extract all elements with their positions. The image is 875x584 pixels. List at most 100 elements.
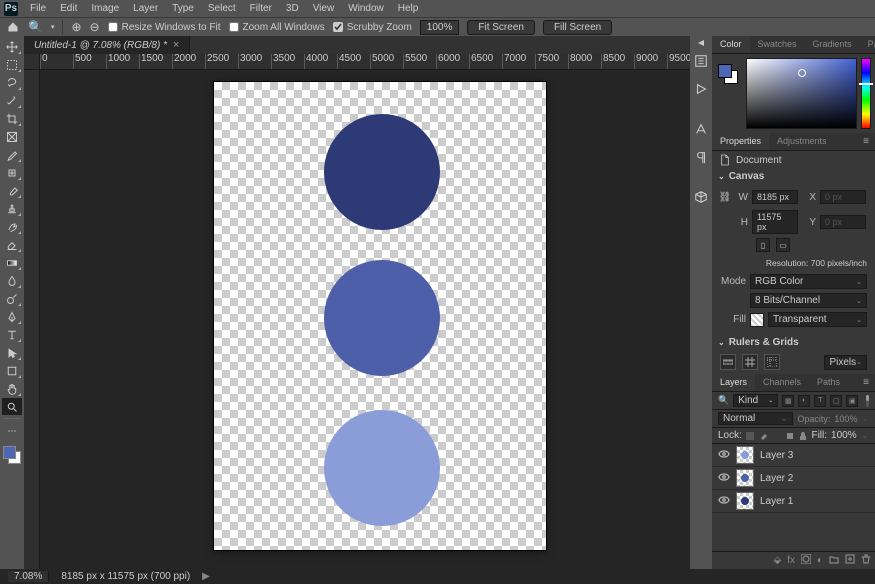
filter-pixel-icon[interactable]: ▦	[782, 395, 794, 407]
layer-filter-type[interactable]: Kind⌄	[733, 394, 778, 407]
pen-tool[interactable]	[2, 308, 22, 325]
blend-mode-select[interactable]: Normal⌄	[718, 412, 793, 425]
layer-row[interactable]: Layer 3	[712, 444, 875, 467]
layer-mask-icon[interactable]	[801, 554, 811, 567]
panel-menu-icon[interactable]: ≡	[857, 374, 875, 391]
foreground-color[interactable]	[3, 446, 16, 459]
hue-slider[interactable]	[861, 58, 871, 129]
filter-text-icon[interactable]: T	[814, 395, 826, 407]
visibility-icon[interactable]	[718, 450, 730, 461]
color-swatch[interactable]	[3, 446, 21, 464]
new-layer-icon[interactable]	[845, 554, 855, 567]
lock-transparency-icon[interactable]	[746, 431, 755, 441]
fill-swatch[interactable]	[750, 313, 764, 327]
link-layers-icon[interactable]: ⬙	[773, 555, 781, 566]
frame-tool[interactable]	[2, 128, 22, 145]
brush-tool[interactable]	[2, 182, 22, 199]
stamp-tool[interactable]	[2, 200, 22, 217]
zoom-all-checkbox[interactable]: Zoom All Windows	[229, 22, 325, 33]
filter-adjustment-icon[interactable]: ◐	[798, 395, 810, 407]
actions-panel-icon[interactable]	[692, 80, 710, 98]
tab-paths[interactable]: Paths	[809, 374, 848, 391]
fit-screen-button[interactable]: Fit Screen	[467, 20, 535, 35]
expand-handle-icon[interactable]	[693, 40, 709, 46]
blur-tool[interactable]	[2, 272, 22, 289]
shape-tool[interactable]	[2, 362, 22, 379]
zoom-out-icon[interactable]: ⊖	[90, 20, 100, 34]
layer-row[interactable]: Layer 1	[712, 490, 875, 513]
menu-edit[interactable]: Edit	[54, 1, 83, 16]
layer-name[interactable]: Layer 1	[760, 496, 793, 507]
layer-thumbnail[interactable]	[736, 469, 754, 487]
fill-screen-button[interactable]: Fill Screen	[543, 20, 612, 35]
lock-nested-icon[interactable]	[785, 431, 794, 441]
filter-smart-icon[interactable]: ▣	[846, 395, 858, 407]
menu-help[interactable]: Help	[392, 1, 425, 16]
eyedropper-tool[interactable]	[2, 146, 22, 163]
canvas-section[interactable]: ⌄Canvas	[712, 169, 875, 184]
height-field[interactable]: 11575 px	[752, 210, 798, 234]
visibility-icon[interactable]	[718, 496, 730, 507]
type-tool[interactable]	[2, 326, 22, 343]
ruler-icon[interactable]	[720, 354, 736, 370]
grid-icon[interactable]	[742, 354, 758, 370]
dodge-tool[interactable]	[2, 290, 22, 307]
vertical-ruler[interactable]	[24, 70, 40, 569]
lock-all-icon[interactable]	[798, 431, 807, 441]
tab-gradients[interactable]: Gradients	[805, 36, 860, 53]
menu-layer[interactable]: Layer	[127, 1, 164, 16]
canvas[interactable]	[214, 82, 546, 550]
fill-opacity-value[interactable]: 100%	[831, 430, 857, 441]
crop-tool[interactable]	[2, 110, 22, 127]
resize-windows-checkbox[interactable]: Resize Windows to Fit	[108, 22, 221, 33]
filter-shape-icon[interactable]: ▢	[830, 395, 842, 407]
color-swatch-panel[interactable]	[718, 64, 738, 84]
history-brush-tool[interactable]	[2, 218, 22, 235]
layer-thumbnail[interactable]	[736, 446, 754, 464]
link-dimensions-icon[interactable]: ⛓	[720, 188, 730, 206]
marquee-tool[interactable]	[2, 56, 22, 73]
tab-patterns[interactable]: Patterns	[860, 36, 875, 53]
hsv-picker[interactable]	[746, 58, 857, 129]
zoom-tool[interactable]	[2, 398, 22, 415]
visibility-icon[interactable]	[718, 473, 730, 484]
menu-image[interactable]: Image	[85, 1, 125, 16]
path-select-tool[interactable]	[2, 344, 22, 361]
tab-layers[interactable]: Layers	[712, 374, 755, 391]
healing-tool[interactable]	[2, 164, 22, 181]
tab-color[interactable]: Color	[712, 36, 750, 53]
menu-select[interactable]: Select	[202, 1, 242, 16]
zoom-percent-field[interactable]: 100%	[420, 20, 460, 35]
gradient-tool[interactable]	[2, 254, 22, 271]
layer-fx-icon[interactable]: fx	[787, 555, 795, 566]
lock-pixels-icon[interactable]	[759, 431, 768, 441]
status-menu-icon[interactable]: ▶	[202, 571, 210, 582]
menu-3d[interactable]: 3D	[280, 1, 305, 16]
layer-name[interactable]: Layer 3	[760, 450, 793, 461]
opacity-value[interactable]: 100%	[834, 414, 857, 424]
history-panel-icon[interactable]	[692, 52, 710, 70]
menu-file[interactable]: File	[24, 1, 52, 16]
width-field[interactable]: 8185 px	[752, 190, 798, 204]
portrait-icon[interactable]: ▯	[756, 238, 770, 252]
menu-type[interactable]: Type	[166, 1, 200, 16]
home-icon[interactable]	[6, 20, 20, 34]
hand-tool[interactable]	[2, 380, 22, 397]
3d-panel-icon[interactable]	[692, 188, 710, 206]
move-tool[interactable]	[2, 38, 22, 55]
fill-select[interactable]: Transparent⌄	[768, 312, 867, 327]
scrubby-zoom-checkbox[interactable]: Scrubby Zoom	[333, 22, 412, 33]
menu-view[interactable]: View	[307, 1, 341, 16]
ruler-origin[interactable]	[24, 54, 40, 70]
horizontal-ruler[interactable]: 0500100015002000250030003500400045005000…	[40, 54, 690, 70]
rulers-section[interactable]: ⌄Rulers & Grids	[712, 335, 875, 350]
zoom-tool-icon[interactable]: 🔍	[28, 20, 43, 34]
paragraph-panel-icon[interactable]	[692, 148, 710, 166]
edit-toolbar-icon[interactable]	[2, 422, 22, 439]
menu-window[interactable]: Window	[342, 1, 390, 16]
tab-properties[interactable]: Properties	[712, 133, 769, 150]
document-tab[interactable]: Untitled-1 @ 7.08% (RGB/8) *×	[24, 36, 190, 54]
group-icon[interactable]	[829, 554, 839, 567]
lasso-tool[interactable]	[2, 74, 22, 91]
menu-filter[interactable]: Filter	[244, 1, 278, 16]
